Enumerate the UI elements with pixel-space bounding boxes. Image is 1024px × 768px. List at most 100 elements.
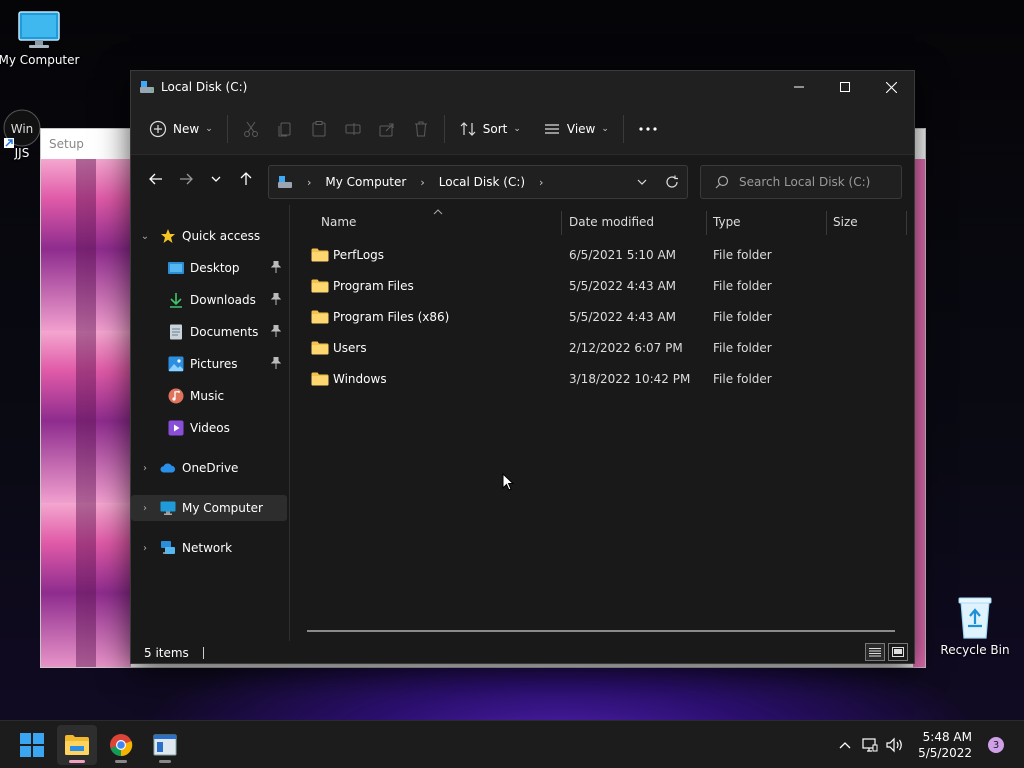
recent-locations-button[interactable]	[201, 164, 231, 194]
cut-button[interactable]	[234, 111, 268, 147]
minimize-button[interactable]	[776, 71, 822, 103]
drive-icon	[140, 81, 154, 93]
copy-icon	[278, 122, 291, 136]
pane-divider[interactable]	[289, 205, 290, 641]
desktop-icon-my-computer[interactable]: My Computer	[0, 10, 81, 67]
file-name: Program Files (x86)	[333, 310, 450, 324]
desktop-icon-recycle-bin[interactable]: Recycle Bin	[933, 594, 1017, 657]
sidebar-item-my-computer[interactable]: › My Computer	[131, 495, 287, 521]
sidebar-item-pictures[interactable]: Pictures	[131, 351, 287, 377]
taskbar-chrome[interactable]	[101, 725, 141, 765]
sidebar-item-quick-access[interactable]: ⌄ Quick access	[131, 223, 287, 249]
close-button[interactable]	[868, 71, 914, 103]
file-name: Users	[333, 341, 367, 355]
table-row[interactable]: Program Files (x86) 5/5/2022 4:43 AM Fil…	[305, 303, 905, 331]
command-bar: New ⌄ Sort ⌄ View ⌄	[131, 103, 914, 155]
copy-button[interactable]	[268, 111, 302, 147]
rename-button[interactable]	[336, 111, 370, 147]
volume-button[interactable]	[882, 737, 908, 753]
sidebar-item-downloads[interactable]: Downloads	[131, 287, 287, 313]
column-divider[interactable]	[561, 211, 562, 235]
sidebar-item-label: Downloads	[190, 293, 256, 307]
table-row[interactable]: Program Files 5/5/2022 4:43 AM File fold…	[305, 272, 905, 300]
column-divider[interactable]	[706, 211, 707, 235]
monitor-icon	[18, 11, 60, 48]
column-header-date[interactable]: Date modified	[569, 205, 654, 239]
desktop-folder-icon	[168, 260, 184, 276]
taskbar: 5:48 AM 5/5/2022 3	[0, 720, 1024, 768]
clock[interactable]: 5:48 AM 5/5/2022	[918, 729, 972, 761]
details-view-icon	[869, 648, 881, 657]
back-button[interactable]	[141, 164, 171, 194]
column-divider[interactable]	[826, 211, 827, 235]
network-status-button[interactable]	[858, 737, 882, 753]
delete-button[interactable]	[404, 111, 438, 147]
forward-button[interactable]	[171, 164, 201, 194]
file-name: Program Files	[333, 279, 414, 293]
new-button[interactable]: New ⌄	[141, 111, 221, 147]
breadcrumb-local-disk[interactable]: Local Disk (C:)	[439, 175, 525, 189]
file-type: File folder	[713, 341, 772, 355]
up-button[interactable]	[231, 164, 261, 194]
view-button[interactable]: View ⌄	[535, 111, 617, 147]
address-bar[interactable]: › My Computer › Local Disk (C:) ›	[268, 165, 688, 199]
breadcrumb-my-computer[interactable]: My Computer	[325, 175, 406, 189]
tiles-view-button[interactable]	[888, 643, 908, 661]
address-history-button[interactable]	[627, 167, 657, 197]
folder-icon	[311, 310, 329, 324]
file-date: 5/5/2022 4:43 AM	[569, 279, 677, 293]
view-list-icon	[544, 123, 559, 134]
sidebar-item-label: Pictures	[190, 357, 238, 371]
notification-badge[interactable]: 3	[988, 737, 1004, 753]
more-options-button[interactable]	[630, 111, 666, 147]
new-button-label: New	[173, 121, 200, 136]
document-icon	[168, 324, 184, 340]
table-row[interactable]: Users 2/12/2022 6:07 PM File folder	[305, 334, 905, 362]
sidebar-item-label: Desktop	[190, 261, 240, 275]
refresh-button[interactable]	[657, 167, 687, 197]
setup-background-art	[41, 159, 131, 667]
sidebar-item-music[interactable]: Music	[131, 383, 287, 409]
expand-chevron-icon: ›	[143, 542, 147, 554]
table-row[interactable]: PerfLogs 6/5/2021 5:10 AM File folder	[305, 241, 905, 269]
show-hidden-icons-button[interactable]	[832, 741, 858, 749]
horizontal-scrollbar[interactable]	[307, 630, 895, 632]
taskbar-setup-app[interactable]	[145, 725, 185, 765]
taskbar-file-explorer[interactable]	[57, 725, 97, 765]
column-divider[interactable]	[906, 211, 907, 235]
maximize-button[interactable]	[822, 71, 868, 103]
file-explorer-window[interactable]: Local Disk (C:) New ⌄ Sort ⌄ View ⌄ › My…	[130, 70, 915, 664]
sort-button[interactable]: Sort ⌄	[451, 111, 529, 147]
tiles-view-icon	[892, 647, 904, 657]
window-title: Local Disk (C:)	[161, 80, 248, 94]
search-box[interactable]: Search Local Disk (C:)	[700, 165, 902, 199]
start-button[interactable]	[12, 725, 52, 765]
file-explorer-icon	[65, 735, 89, 755]
sidebar-item-label: Quick access	[182, 229, 261, 243]
toolbar-separator	[443, 114, 445, 143]
column-header-size[interactable]: Size	[833, 205, 858, 239]
paste-button[interactable]	[302, 111, 336, 147]
column-header-name[interactable]: Name	[321, 205, 356, 239]
clipboard-icon	[312, 120, 326, 136]
column-header-type[interactable]: Type	[713, 205, 741, 239]
table-row[interactable]: Windows 3/18/2022 10:42 PM File folder	[305, 365, 905, 393]
recycle-bin-icon	[958, 597, 992, 639]
chevron-down-icon: ⌄	[513, 123, 521, 134]
title-bar[interactable]: Local Disk (C:)	[131, 71, 914, 103]
sidebar-item-videos[interactable]: Videos	[131, 415, 287, 441]
sidebar-item-label: Music	[190, 389, 225, 403]
sidebar-item-onedrive[interactable]: › OneDrive	[131, 455, 287, 481]
sidebar-item-network[interactable]: › Network	[131, 535, 287, 561]
share-button[interactable]	[370, 111, 404, 147]
sidebar-item-label: Videos	[190, 421, 230, 435]
details-view-button[interactable]	[865, 643, 885, 661]
sidebar-item-desktop[interactable]: Desktop	[131, 255, 287, 281]
desktop-icon-label: Recycle Bin	[940, 643, 1010, 657]
status-separator	[202, 647, 204, 659]
chevron-down-icon: ⌄	[205, 123, 213, 134]
mouse-cursor-icon	[502, 473, 514, 491]
sidebar-item-documents[interactable]: Documents	[131, 319, 287, 345]
minimize-icon	[794, 86, 804, 88]
plus-circle-icon	[149, 120, 167, 137]
